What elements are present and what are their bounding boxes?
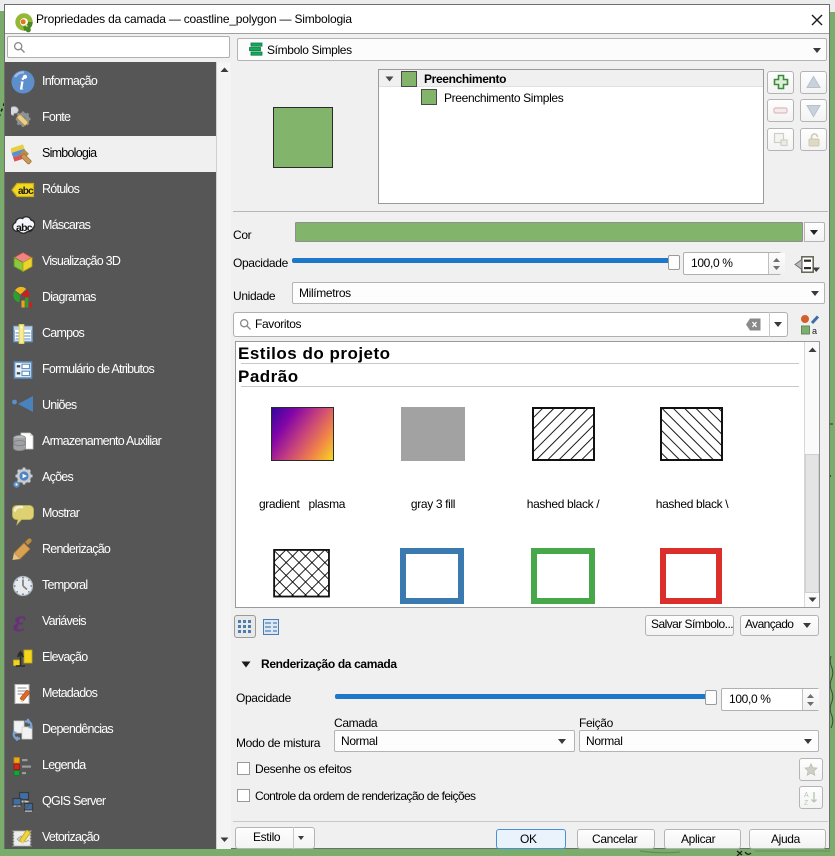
svg-text:a: a [812, 326, 817, 335]
svg-text:Z: Z [804, 800, 809, 805]
svg-text:abc: abc [18, 186, 34, 197]
svg-text:A: A [804, 792, 809, 799]
svg-text:abc: abc [16, 222, 33, 234]
svg-text:ε: ε [13, 610, 26, 634]
